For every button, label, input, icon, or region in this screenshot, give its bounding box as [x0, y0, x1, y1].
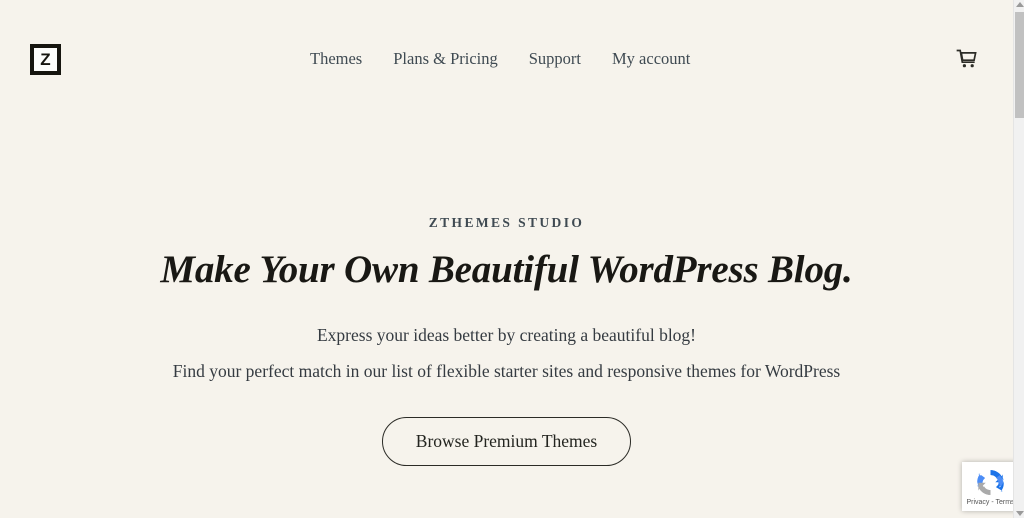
- hero-eyebrow: ZTHEMES STUDIO: [428, 215, 585, 230]
- logo-letter: Z: [34, 48, 57, 71]
- hero-subtitle-secondary: Find your perfect match in our list of f…: [172, 361, 841, 381]
- cart-button[interactable]: [952, 44, 984, 76]
- hero-cta-container: Browse Premium Themes: [0, 417, 1013, 466]
- nav-item-my-account[interactable]: My account: [612, 46, 690, 72]
- scrollbar-thumb[interactable]: [1015, 12, 1024, 118]
- nav-item-themes[interactable]: Themes: [310, 46, 362, 72]
- site-logo[interactable]: Z: [30, 44, 61, 75]
- page-root: Z Themes Plans & Pricing Support My acco…: [0, 0, 1013, 518]
- recaptcha-logo: [977, 470, 1004, 495]
- main-navigation: Themes Plans & Pricing Support My accoun…: [310, 46, 690, 72]
- scrollbar-up-arrow-icon[interactable]: [1016, 2, 1024, 7]
- shopping-cart-icon: [956, 49, 977, 68]
- recaptcha-badge[interactable]: Privacy - Terms: [962, 462, 1013, 511]
- vertical-scrollbar[interactable]: [1013, 0, 1024, 518]
- nav-item-support[interactable]: Support: [529, 46, 581, 72]
- browse-premium-themes-button[interactable]: Browse Premium Themes: [381, 417, 632, 466]
- hero-section: ZTHEMES STUDIO Make Your Own Beautiful W…: [0, 118, 1013, 466]
- site-header: Z Themes Plans & Pricing Support My acco…: [0, 0, 1013, 118]
- nav-item-plans-pricing[interactable]: Plans & Pricing: [393, 46, 498, 72]
- scrollbar-down-arrow-icon[interactable]: [1016, 511, 1024, 516]
- hero-subtitle-primary: Express your ideas better by creating a …: [316, 325, 697, 345]
- recaptcha-privacy-terms[interactable]: Privacy - Terms: [966, 498, 1013, 507]
- page-title: Make Your Own Beautiful WordPress Blog.: [160, 248, 853, 291]
